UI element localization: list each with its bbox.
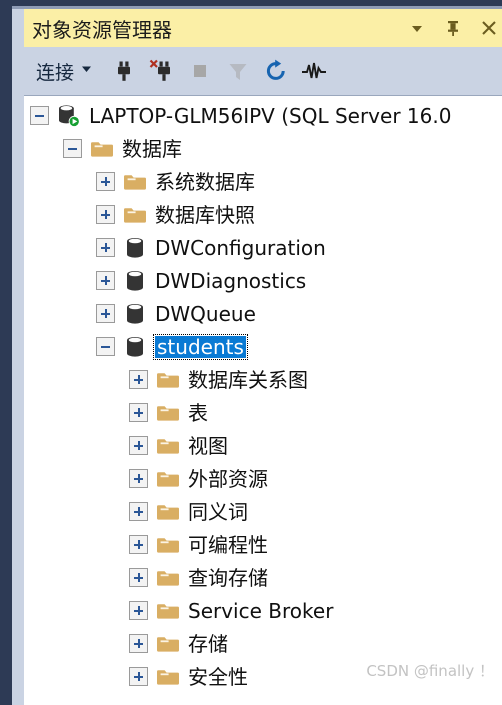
funnel-filter-icon[interactable] <box>221 54 255 88</box>
expand-toggle-icon[interactable] <box>129 436 148 455</box>
tree-node[interactable]: 同义词 <box>24 495 502 528</box>
folder-icon <box>155 436 181 456</box>
server-running-icon <box>56 103 82 129</box>
object-explorer-tree[interactable]: LAPTOP-GLM56IPV (SQL Server 16.0 数据库系统数据库… <box>24 95 502 705</box>
expand-toggle-icon[interactable] <box>129 634 148 653</box>
folder-icon <box>155 568 181 588</box>
plug-disconnect-icon[interactable] <box>145 54 179 88</box>
tree-node-label: 数据库 <box>122 136 182 161</box>
tree-node[interactable]: 可编程性 <box>24 528 502 561</box>
tree-node[interactable]: 存储 <box>24 627 502 660</box>
folder-icon <box>155 502 181 522</box>
tree-node[interactable]: DWDiagnostics <box>24 264 502 297</box>
connect-label: 连接 <box>36 61 75 84</box>
tree-node[interactable]: 数据库关系图 <box>24 363 502 396</box>
tree-node[interactable]: 数据库 <box>24 132 502 165</box>
expand-toggle-icon[interactable] <box>96 304 115 323</box>
close-icon[interactable] <box>478 16 500 40</box>
collapse-toggle-icon[interactable] <box>63 139 82 158</box>
tree-node-label: 视图 <box>188 433 228 458</box>
tree-node-label: 安全性 <box>188 664 248 689</box>
collapse-toggle-icon[interactable] <box>96 337 115 356</box>
folder-icon <box>122 172 148 192</box>
tree-node-label: 系统数据库 <box>155 169 255 194</box>
expand-toggle-icon[interactable] <box>129 535 148 554</box>
folder-icon <box>155 469 181 489</box>
tree-node[interactable]: 查询存储 <box>24 561 502 594</box>
tree-node[interactable]: 外部资源 <box>24 462 502 495</box>
expand-toggle-icon[interactable] <box>129 502 148 521</box>
tree-node-label: students <box>153 333 248 360</box>
tree-node[interactable]: Service Broker <box>24 594 502 627</box>
chevron-down-icon <box>80 62 93 80</box>
tree-node[interactable]: 视图 <box>24 429 502 462</box>
tree-node[interactable]: 安全性 <box>24 660 502 693</box>
folder-icon <box>155 403 181 423</box>
folder-icon <box>155 667 181 687</box>
tree-node-label: 可编程性 <box>188 532 268 557</box>
connect-dropdown[interactable]: 连接 <box>30 56 97 87</box>
folder-icon <box>155 601 181 621</box>
tree-node-label: DWQueue <box>155 301 256 326</box>
refresh-circular-arrow-icon[interactable] <box>259 54 293 88</box>
tree-node-label: 表 <box>188 400 208 425</box>
tree-node-label: DWDiagnostics <box>155 268 307 293</box>
collapse-toggle-icon[interactable] <box>30 106 49 125</box>
waveform-activity-icon[interactable] <box>297 54 331 88</box>
tree-node-label: 同义词 <box>188 499 248 524</box>
tree-node-label: 数据库快照 <box>155 202 255 227</box>
expand-toggle-icon[interactable] <box>129 403 148 422</box>
tree-node[interactable]: 系统数据库 <box>24 165 502 198</box>
title-bar: 对象资源管理器 <box>24 9 502 47</box>
tree-node-label: 存储 <box>188 631 228 656</box>
database-icon <box>122 302 148 326</box>
page-title: 对象资源管理器 <box>32 17 172 42</box>
folder-icon <box>89 139 115 159</box>
tree-node-label: Service Broker <box>188 598 334 623</box>
expand-toggle-icon[interactable] <box>129 667 148 686</box>
expand-toggle-icon[interactable] <box>96 205 115 224</box>
expand-toggle-icon[interactable] <box>129 601 148 620</box>
tree-node[interactable]: 数据库快照 <box>24 198 502 231</box>
folder-icon <box>155 634 181 654</box>
database-icon <box>122 236 148 260</box>
object-explorer-toolbar: 连接 <box>24 47 502 95</box>
tree-node-label: 外部资源 <box>188 466 268 491</box>
expand-toggle-icon[interactable] <box>96 238 115 257</box>
tree-node[interactable]: students <box>24 330 502 363</box>
database-icon <box>122 335 148 359</box>
title-bar-actions <box>406 16 502 40</box>
tree-node[interactable]: DWConfiguration <box>24 231 502 264</box>
pin-icon[interactable] <box>442 16 464 40</box>
folder-icon <box>155 535 181 555</box>
tree-node-label: 数据库关系图 <box>188 367 308 392</box>
tree-node[interactable]: DWQueue <box>24 297 502 330</box>
folder-icon <box>155 370 181 390</box>
tree-node-label: 查询存储 <box>188 565 268 590</box>
window-frame: 对象资源管理器 连接 LAPTOP-GLM56IPV (SQL Server 1… <box>0 0 502 705</box>
plug-connect-icon[interactable] <box>107 54 141 88</box>
tree-node[interactable]: LAPTOP-GLM56IPV (SQL Server 16.0 <box>24 99 502 132</box>
tree-node[interactable]: 表 <box>24 396 502 429</box>
stop-square-icon <box>183 54 217 88</box>
database-icon <box>122 269 148 293</box>
tree-node-label: LAPTOP-GLM56IPV (SQL Server 16.0 <box>89 103 452 128</box>
expand-toggle-icon[interactable] <box>96 172 115 191</box>
expand-toggle-icon[interactable] <box>96 271 115 290</box>
folder-icon <box>122 205 148 225</box>
expand-toggle-icon[interactable] <box>129 469 148 488</box>
chevron-down-icon[interactable] <box>406 16 428 40</box>
expand-toggle-icon[interactable] <box>129 568 148 587</box>
expand-toggle-icon[interactable] <box>129 370 148 389</box>
tree-node-label: DWConfiguration <box>155 235 326 260</box>
